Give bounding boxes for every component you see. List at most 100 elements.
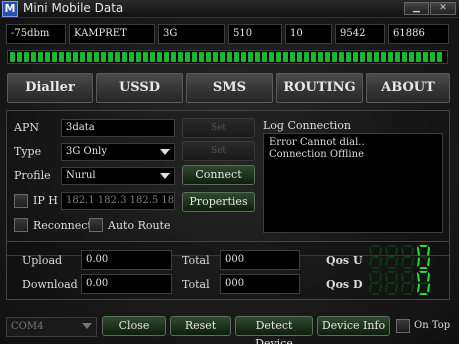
on-top-checkbox[interactable] [396,319,410,333]
signal-segment [423,52,428,62]
type-label: Type [14,145,42,158]
close-button[interactable]: Close [102,316,166,336]
lac-field: 9542 [335,24,385,44]
signal-segment [234,52,239,62]
seven-segment-digit [416,244,431,270]
port-select-value: COM4 [11,321,44,332]
on-top-label: On Top [414,320,451,331]
set-type-button[interactable]: Set [182,141,255,161]
qos-u-label: Qos U [326,254,363,267]
signal-segment [206,52,211,62]
signal-segment [311,52,316,62]
signal-segment [353,52,358,62]
detect-device-button[interactable]: Detect Device [235,316,313,344]
app-body: -75dbm KAMPRET 3G 510 10 9542 61886 Dial… [0,18,459,344]
download-label: Download [22,278,78,291]
signal-dbm-field: -75dbm [6,24,66,44]
minimize-button[interactable]: ▁ [404,2,429,15]
signal-segment [164,52,169,62]
port-select[interactable]: COM4 [6,317,97,337]
network-field: 3G [158,24,225,44]
qos-d-label: Qos D [326,278,363,291]
properties-button[interactable]: Properties [182,192,255,212]
tab-sms[interactable]: SMS [186,73,273,103]
log-title: Log Connection [263,119,351,132]
tab-dialler[interactable]: Dialler [7,73,93,103]
tab-ussd[interactable]: USSD [96,73,183,103]
signal-segment [388,52,393,62]
log-box: Error Cannot dial.. Connection Offline [263,133,443,233]
signal-segment [143,52,148,62]
signal-segment [31,52,36,62]
signal-segment [10,52,15,62]
close-window-button[interactable]: ✕ [430,2,456,15]
type-select-value: 3G Only [66,146,108,157]
device-info-button[interactable]: Device Info [317,316,390,336]
operator-field: KAMPRET [69,24,155,44]
title-bar: M Mini Mobile Data ▁ ✕ [0,0,459,18]
signal-segment [276,52,281,62]
signal-segment [339,52,344,62]
signal-segment [220,52,225,62]
signal-segment [325,52,330,62]
download-field: 0.00 [81,274,172,294]
reconnect-checkbox[interactable] [14,218,28,232]
signal-segment [381,52,386,62]
signal-segment [38,52,43,62]
signal-segment [66,52,71,62]
qos-d-display [368,270,432,296]
signal-segment [101,52,106,62]
apn-label: APN [14,121,39,134]
signal-segment [248,52,253,62]
apn-input[interactable]: 3data [61,119,175,137]
seven-segment-digit [384,244,399,270]
signal-segment [80,52,85,62]
signal-segment [199,52,204,62]
auto-route-checkbox[interactable] [89,218,103,232]
signal-segment [108,52,113,62]
signal-segment [332,52,337,62]
profile-select-value: Nurul [66,170,96,181]
signal-segment [17,52,22,62]
log-line: Error Cannot dial.. [269,137,365,148]
signal-segment [157,52,162,62]
reconnect-label: Reconnect [33,219,92,232]
chevron-down-icon [82,323,92,329]
signal-segment [283,52,288,62]
signal-segment [213,52,218,62]
signal-segment [52,52,57,62]
seven-segment-digit [416,270,431,296]
tab-about[interactable]: ABOUT [366,73,450,103]
ip-input[interactable]: 182.1 182.3 182.5 182.7 [61,192,175,210]
signal-segment [73,52,78,62]
signal-segment [24,52,29,62]
signal-segment [178,52,183,62]
upload-field: 0.00 [81,250,172,270]
ip-h-checkbox[interactable] [14,194,28,208]
signal-segment [367,52,372,62]
signal-segment [87,52,92,62]
type-select[interactable]: 3G Only [61,143,175,161]
seven-segment-digit [384,270,399,296]
signal-segment [241,52,246,62]
signal-segment [255,52,260,62]
upload-label: Upload [22,254,63,267]
set-apn-button[interactable]: Set [182,118,255,138]
signal-segment [290,52,295,62]
seven-segment-digit [368,270,383,296]
signal-segment [262,52,267,62]
auto-route-label: Auto Route [108,219,171,232]
seven-segment-digit [368,244,383,270]
signal-segment [227,52,232,62]
profile-select[interactable]: Nurul [61,167,175,185]
signal-segment [374,52,379,62]
chevron-down-icon [160,173,170,179]
signal-segment [409,52,414,62]
reset-button[interactable]: Reset [170,316,231,336]
qos-u-display [368,244,432,270]
signal-segment [192,52,197,62]
tab-routing[interactable]: ROUTING [276,73,363,103]
signal-segment [94,52,99,62]
connect-button[interactable]: Connect [182,165,255,185]
app-icon: M [2,1,18,17]
